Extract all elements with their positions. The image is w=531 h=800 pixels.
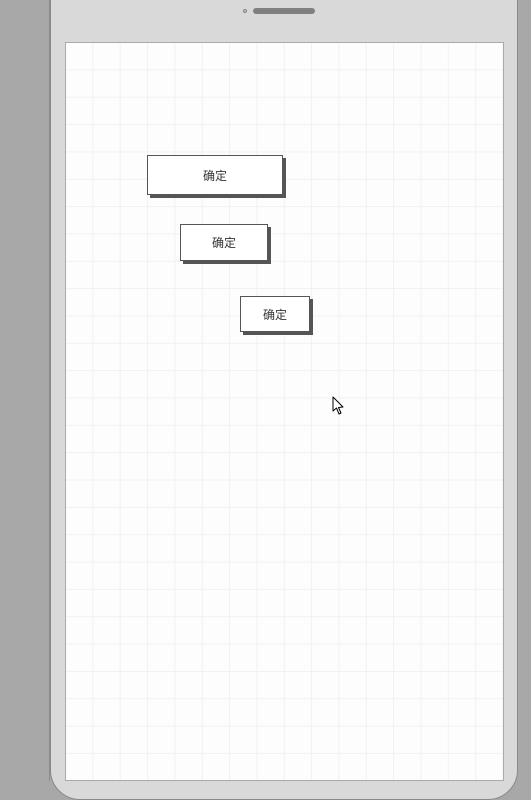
confirm-button-3-label: 确定 xyxy=(263,306,287,323)
confirm-button-2[interactable]: 确定 xyxy=(180,224,268,261)
confirm-button-2-label: 确定 xyxy=(212,234,236,251)
confirm-button-3[interactable]: 确定 xyxy=(240,296,310,332)
confirm-button-1-label: 确定 xyxy=(203,167,227,184)
camera-dot xyxy=(243,9,247,13)
design-canvas[interactable]: 确定 确定 确定 xyxy=(65,42,504,781)
speaker-slot xyxy=(253,8,315,14)
confirm-button-1[interactable]: 确定 xyxy=(147,155,283,195)
